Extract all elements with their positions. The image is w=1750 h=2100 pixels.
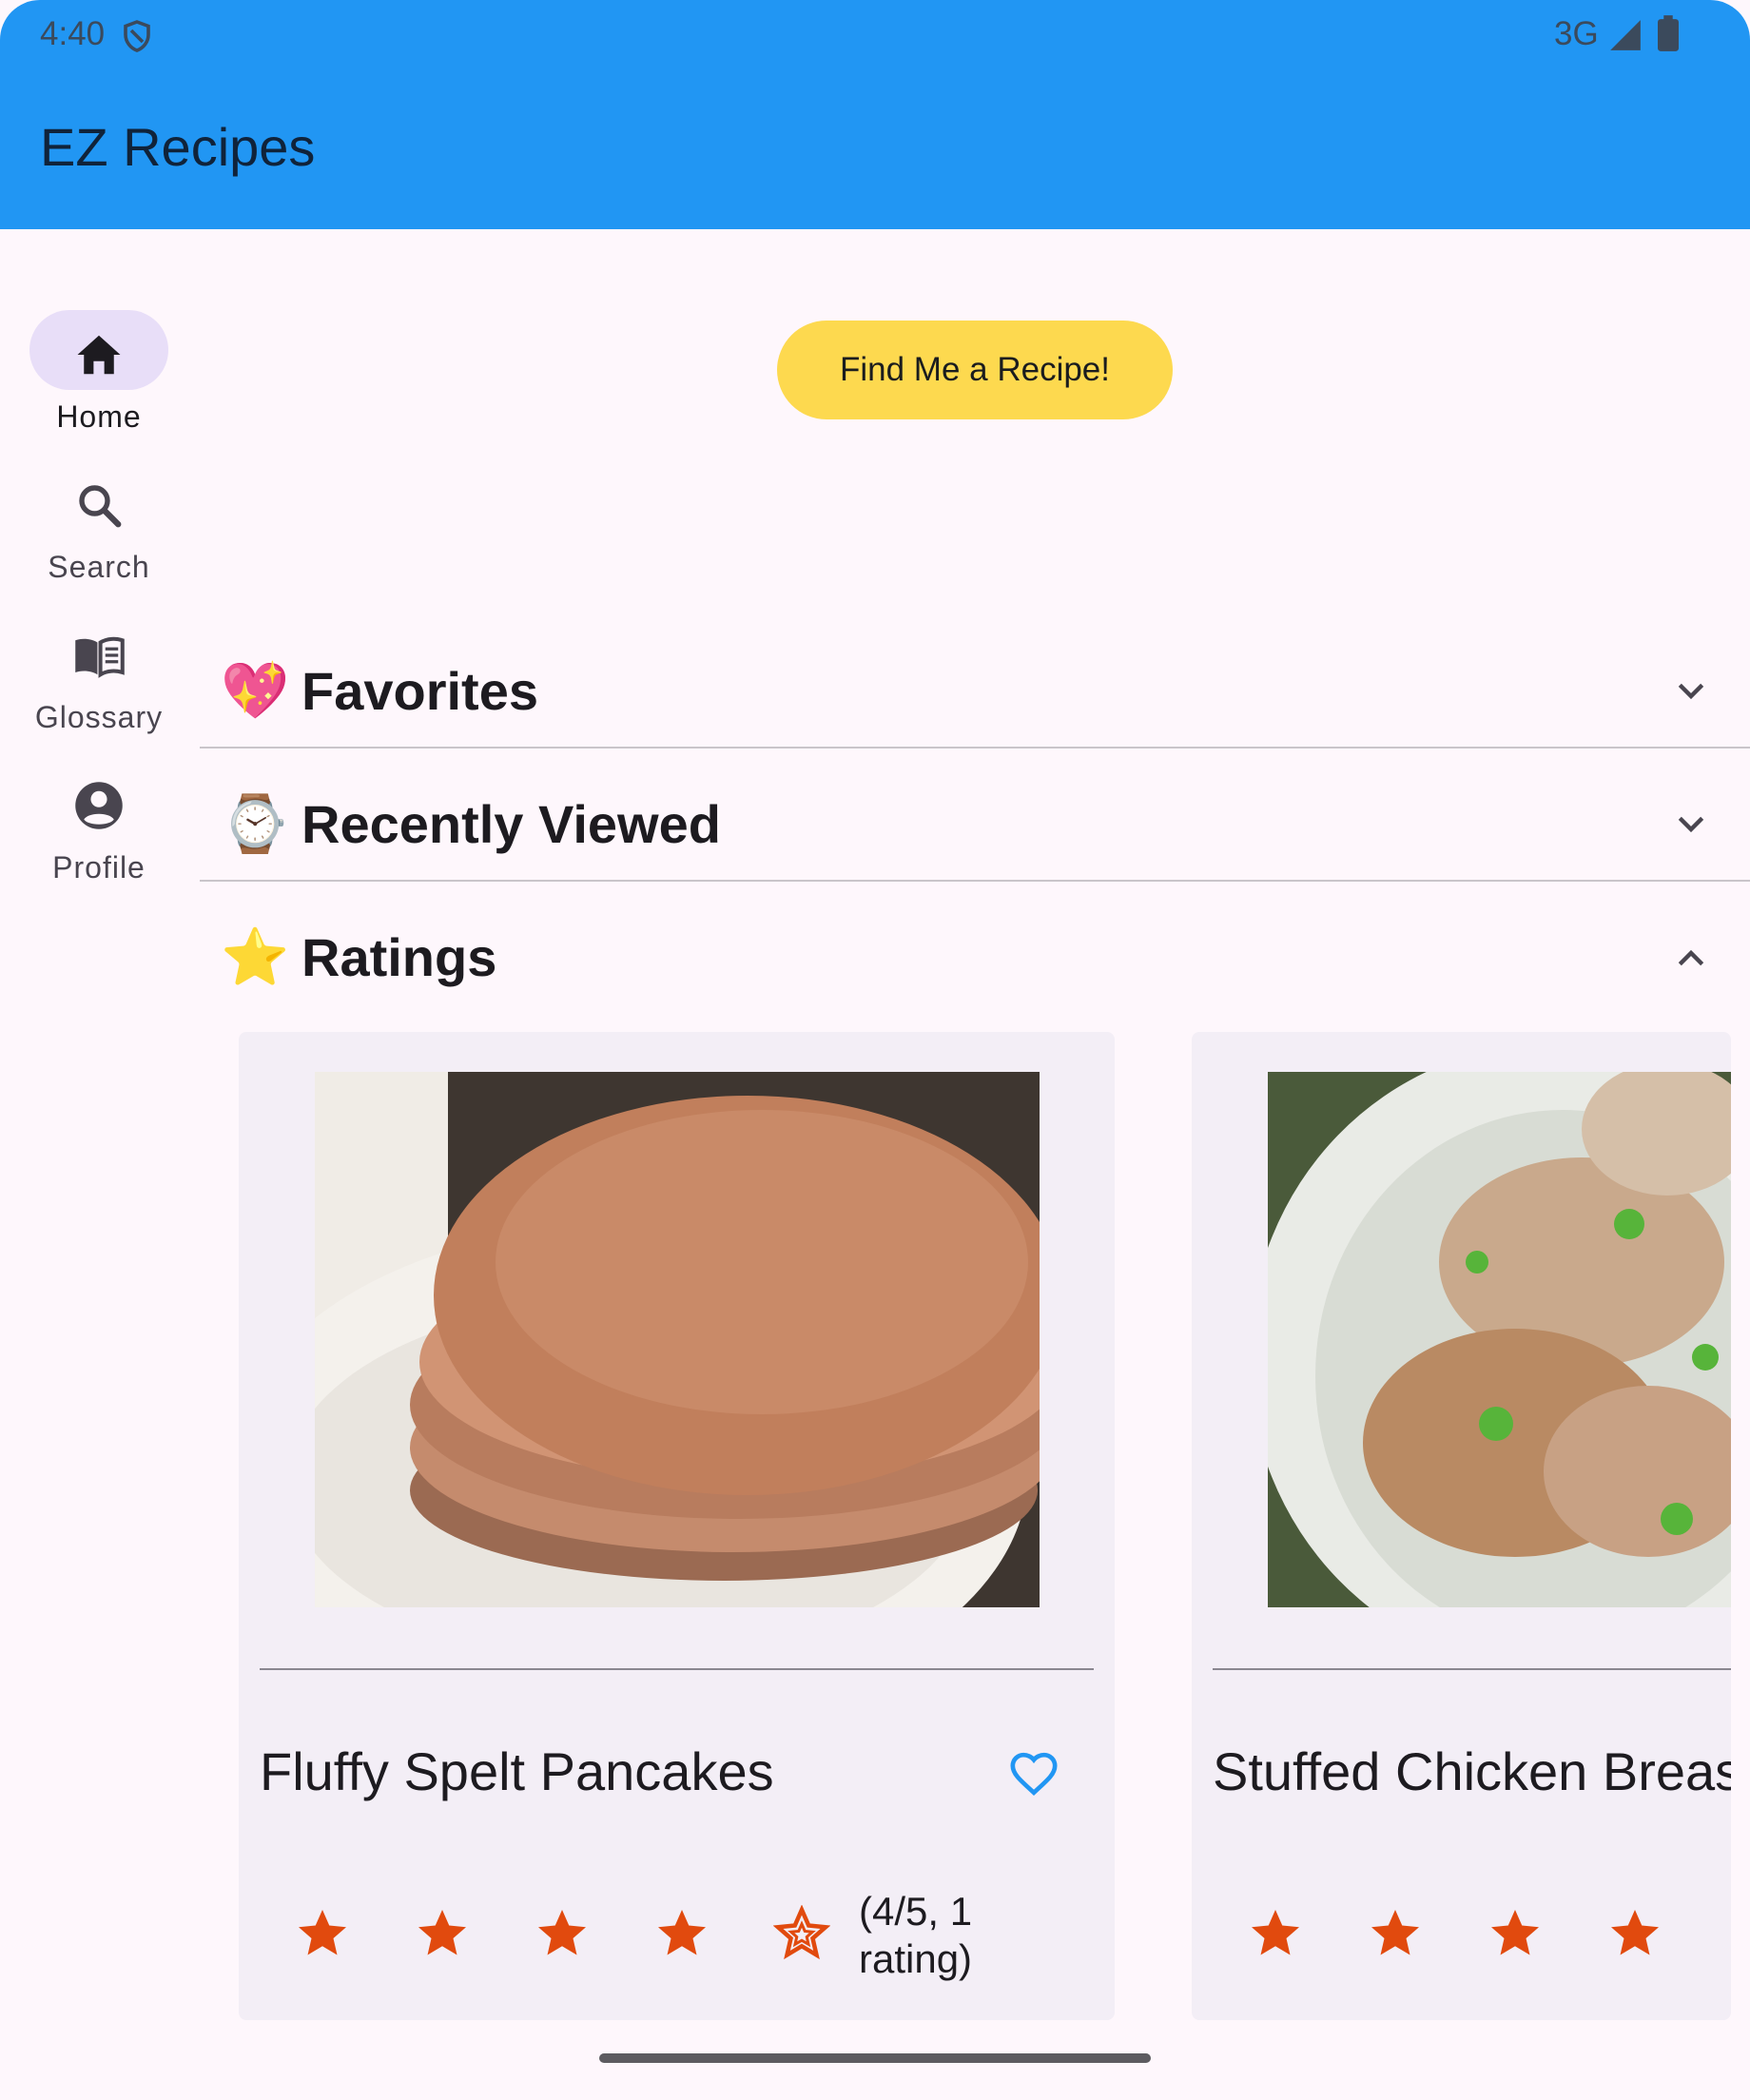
status-time: 4:40	[40, 15, 106, 52]
recipe-title: Fluffy Spelt Pancakes	[260, 1741, 774, 1801]
section-title: Ratings	[301, 927, 497, 987]
app-title: EZ Recipes	[40, 117, 316, 177]
star-filled-icon[interactable]	[653, 1905, 710, 1962]
star-filled-icon[interactable]	[1247, 1905, 1304, 1962]
star-filled-icon[interactable]	[534, 1905, 591, 1962]
watch-icon: ⌚	[221, 793, 290, 855]
network-type: 3G	[1554, 15, 1599, 52]
nav-label-profile: Profile	[52, 850, 146, 885]
section-favorites[interactable]: 💖 Favorites	[200, 625, 1750, 758]
recipe-image-pancakes[interactable]	[315, 1072, 1040, 1607]
nav-label-search: Search	[48, 550, 150, 584]
recipe-title: Stuffed Chicken Breast	[1213, 1741, 1731, 1801]
chevron-down-icon	[1678, 683, 1704, 700]
star-emoji-icon: ⭐	[221, 926, 290, 988]
star-filled-icon[interactable]	[1367, 1905, 1424, 1962]
star-filled-icon[interactable]	[1487, 1905, 1544, 1962]
account-circle-icon	[75, 782, 123, 829]
find-recipe-button[interactable]: Find Me a Recipe!	[777, 321, 1173, 419]
signal-icon	[1610, 20, 1641, 50]
star-filled-icon[interactable]	[1606, 1905, 1663, 1962]
section-title: Recently Viewed	[301, 794, 721, 854]
section-ratings[interactable]: ⭐ Ratings	[200, 891, 1750, 1024]
section-recently-viewed[interactable]: ⌚ Recently Viewed	[200, 758, 1750, 891]
nav-label-home: Home	[56, 399, 142, 434]
nav-label-glossary: Glossary	[34, 700, 164, 734]
star-filled-icon[interactable]	[414, 1905, 471, 1962]
recipe-image-stuffed-chicken[interactable]	[1268, 1072, 1731, 1607]
heart-outline-icon[interactable]	[1007, 1747, 1060, 1800]
home-icon	[77, 335, 121, 375]
card-divider	[1213, 1668, 1731, 1670]
rating-summary-line: (4/5, 1	[859, 1889, 973, 1934]
rating-summary: (4/5, 1 rating)	[859, 1888, 1011, 1983]
divider	[200, 747, 1750, 749]
app-bar: 4:40 3G EZ Recipes	[0, 0, 1750, 229]
divider	[200, 880, 1750, 882]
section-title: Favorites	[301, 661, 538, 721]
star-filled-icon[interactable]	[294, 1905, 351, 1962]
recipe-card[interactable]: Fluffy Spelt Pancakes (4/5, 1 rating)	[239, 1032, 1115, 2020]
shield-icon	[124, 20, 150, 52]
battery-icon	[1658, 15, 1679, 51]
card-divider	[260, 1668, 1094, 1670]
home-indicator[interactable]	[599, 2053, 1151, 2063]
recipe-card[interactable]: Stuffed Chicken Breast	[1192, 1032, 1731, 2020]
sparkling-heart-icon: 💖	[221, 660, 290, 722]
chevron-down-icon	[1678, 816, 1704, 833]
star-outline-icon[interactable]	[773, 1905, 830, 1962]
search-icon	[79, 485, 122, 528]
rating-summary-line: rating)	[859, 1936, 973, 1981]
book-icon	[75, 636, 125, 678]
chevron-up-icon	[1678, 949, 1704, 966]
